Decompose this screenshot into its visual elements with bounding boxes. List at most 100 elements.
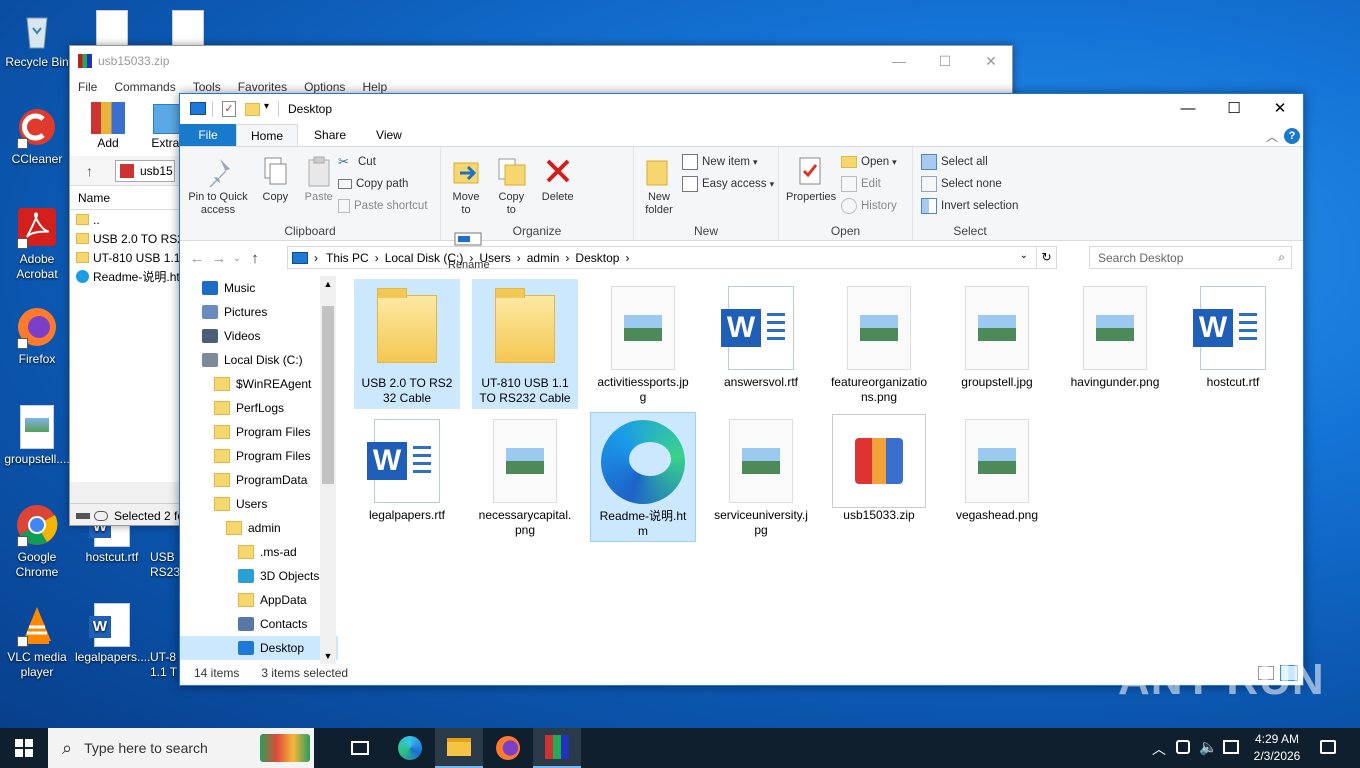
cut-button[interactable]: ✂ Cut bbox=[338, 151, 428, 173]
taskbar-edge[interactable] bbox=[386, 728, 434, 768]
desktop-icon-ut-folder[interactable]: UT-8 1.1 T bbox=[150, 603, 180, 680]
file-item[interactable]: necessarycapital.png bbox=[472, 412, 578, 542]
file-item[interactable]: Whostcut.rtf bbox=[1180, 279, 1286, 409]
nav-item-contacts[interactable]: Contacts bbox=[180, 612, 338, 636]
file-item[interactable]: vegashead.png bbox=[944, 412, 1050, 542]
minimize-button[interactable]: — bbox=[876, 46, 922, 76]
move-to-button[interactable]: Move to bbox=[445, 151, 487, 219]
file-item[interactable]: activitiessports.jpg bbox=[590, 279, 696, 409]
taskbar-file-explorer[interactable] bbox=[435, 728, 483, 768]
copy-path-button[interactable]: Copy path bbox=[338, 173, 428, 195]
nav-scrollbar[interactable]: ▲ ▼ bbox=[320, 276, 336, 664]
menu-tools[interactable]: Tools bbox=[185, 80, 230, 94]
desktop-icon-firefox[interactable]: Firefox bbox=[0, 305, 74, 367]
taskbar-firefox[interactable] bbox=[484, 728, 532, 768]
desktop-icon-ccleaner[interactable]: CCleaner bbox=[0, 105, 74, 167]
nav-item-admin[interactable]: admin bbox=[180, 516, 338, 540]
nav-item-ms-ad[interactable]: .ms-ad bbox=[180, 540, 338, 564]
file-item[interactable]: USB 2.0 TO RS232 Cable bbox=[354, 279, 460, 409]
start-button[interactable] bbox=[0, 728, 48, 768]
taskbar-winrar[interactable] bbox=[533, 728, 581, 768]
tab-view[interactable]: View bbox=[362, 124, 416, 146]
nav-item-videos[interactable]: Videos bbox=[180, 324, 338, 348]
network-icon[interactable] bbox=[1223, 740, 1239, 754]
edit-button[interactable]: Edit bbox=[841, 173, 897, 195]
desktop-icon-legalpapers[interactable]: W legalpapers.... bbox=[75, 603, 150, 665]
help-icon[interactable]: ? bbox=[1284, 128, 1300, 144]
desktop-icon-groupstell[interactable]: groupstell.... bbox=[0, 405, 74, 467]
nav-item-3d-objects[interactable]: 3D Objects bbox=[180, 564, 338, 588]
invert-selection-button[interactable]: Invert selection bbox=[921, 195, 1018, 217]
desktop-image-file-partial[interactable] bbox=[96, 10, 128, 46]
desktop-image-file-partial[interactable] bbox=[172, 10, 204, 46]
nav-item-local-disk-c[interactable]: Local Disk (C:) bbox=[180, 348, 338, 372]
recent-locations-icon[interactable]: ⌄ bbox=[230, 253, 244, 264]
file-item[interactable]: Wanswersvol.rtf bbox=[708, 279, 814, 409]
menu-file[interactable]: File bbox=[70, 80, 106, 94]
clock[interactable]: 4:29 AM 2/3/2026 bbox=[1248, 731, 1306, 765]
breadcrumb-local-disk[interactable]: Local Disk (C:) bbox=[385, 251, 464, 265]
history-button[interactable]: History bbox=[841, 195, 897, 217]
close-button[interactable]: ✕ bbox=[1257, 94, 1303, 124]
breadcrumb-desktop[interactable]: Desktop bbox=[575, 251, 619, 265]
select-none-button[interactable]: Select none bbox=[921, 173, 1018, 195]
up-arrow-icon[interactable]: ↑ bbox=[244, 250, 266, 267]
breadcrumb-this-pc[interactable]: This PC bbox=[326, 251, 369, 265]
desktop-icon-chrome[interactable]: Google Chrome bbox=[0, 503, 74, 580]
new-folder-button[interactable]: New folder bbox=[638, 151, 680, 219]
file-item[interactable]: Wlegalpapers.rtf bbox=[354, 412, 460, 542]
select-all-button[interactable]: Select all bbox=[921, 151, 1018, 173]
nav-item-winreagent[interactable]: $WinREAgent bbox=[180, 372, 338, 396]
address-dropdown-icon[interactable]: ⌄ bbox=[1020, 250, 1028, 261]
nav-item-program-files[interactable]: Program Files bbox=[180, 420, 338, 444]
collapse-ribbon-icon[interactable]: ︿ bbox=[1266, 128, 1278, 145]
address-bar[interactable]: › This PC › Local Disk (C:) › Users › admin… bbox=[287, 246, 1057, 269]
copy-to-button[interactable]: Copy to bbox=[490, 151, 532, 219]
maximize-button[interactable]: ☐ bbox=[922, 46, 968, 76]
paste-shortcut-button[interactable]: Paste shortcut bbox=[338, 195, 428, 217]
nav-item-pictures[interactable]: Pictures bbox=[180, 300, 338, 324]
menu-favorites[interactable]: Favorites bbox=[230, 80, 296, 94]
notifications-icon[interactable] bbox=[1320, 740, 1336, 754]
file-item[interactable]: havingunder.png bbox=[1062, 279, 1168, 409]
menu-options[interactable]: Options bbox=[296, 80, 354, 94]
tab-home[interactable]: Home bbox=[236, 124, 299, 146]
forward-arrow-icon[interactable]: → bbox=[208, 250, 230, 267]
nav-item-program-files[interactable]: Program Files bbox=[180, 444, 338, 468]
back-arrow-icon[interactable]: ← bbox=[186, 250, 208, 267]
up-arrow-icon[interactable]: ↑ bbox=[86, 163, 93, 179]
pin-quick-access-button[interactable]: Pin to Quick access bbox=[184, 151, 252, 219]
properties-qa-icon[interactable]: ✓ bbox=[222, 101, 236, 117]
scroll-thumb[interactable] bbox=[322, 306, 334, 484]
file-item[interactable]: featureorganizations.png bbox=[826, 279, 932, 409]
easy-access-button[interactable]: Easy access ▾ bbox=[682, 173, 774, 195]
winrar-titlebar[interactable]: usb15033.zip — ☐ ✕ bbox=[70, 46, 1012, 76]
file-item[interactable]: serviceuniversity.jpg bbox=[708, 412, 814, 542]
qa-dropdown-icon[interactable]: ▾ bbox=[264, 101, 269, 112]
menu-commands[interactable]: Commands bbox=[106, 80, 184, 94]
file-item[interactable]: usb15033.zip bbox=[826, 412, 932, 542]
nav-item-music[interactable]: Music bbox=[180, 276, 338, 300]
menu-help[interactable]: Help bbox=[354, 80, 396, 94]
add-button[interactable]: Add bbox=[84, 98, 132, 156]
show-hidden-icons-icon[interactable]: ︿ bbox=[1152, 739, 1166, 759]
properties-button[interactable]: Properties bbox=[783, 151, 837, 206]
desktop-icon-vlc[interactable]: VLC media player bbox=[0, 603, 74, 680]
file-item[interactable]: UT-810 USB 1.1 TO RS232 Cable bbox=[472, 279, 578, 409]
file-item[interactable]: Readme-说明.htm bbox=[590, 412, 696, 542]
new-folder-qa-icon[interactable] bbox=[245, 103, 260, 116]
breadcrumb-users[interactable]: Users bbox=[479, 251, 510, 265]
volume-icon[interactable]: 🔈 bbox=[1199, 738, 1218, 756]
desktop-icon-acrobat[interactable]: Adobe Acrobat bbox=[0, 205, 74, 282]
file-item[interactable]: groupstell.jpg bbox=[944, 279, 1050, 409]
refresh-icon[interactable]: ↻ bbox=[1036, 247, 1056, 268]
taskbar-search-box[interactable]: ⌕ Type here to search bbox=[48, 728, 314, 768]
breadcrumb-admin[interactable]: admin bbox=[527, 251, 560, 265]
scroll-up-icon[interactable]: ▲ bbox=[320, 276, 336, 292]
copy-button[interactable]: Copy bbox=[255, 151, 295, 206]
desktop-icon-recycle-bin[interactable]: Recycle Bin bbox=[0, 8, 74, 70]
maximize-button[interactable]: ☐ bbox=[1211, 94, 1257, 124]
tab-file[interactable]: File bbox=[180, 124, 236, 146]
tab-share[interactable]: Share bbox=[298, 124, 362, 146]
nav-item-perflogs[interactable]: PerfLogs bbox=[180, 396, 338, 420]
